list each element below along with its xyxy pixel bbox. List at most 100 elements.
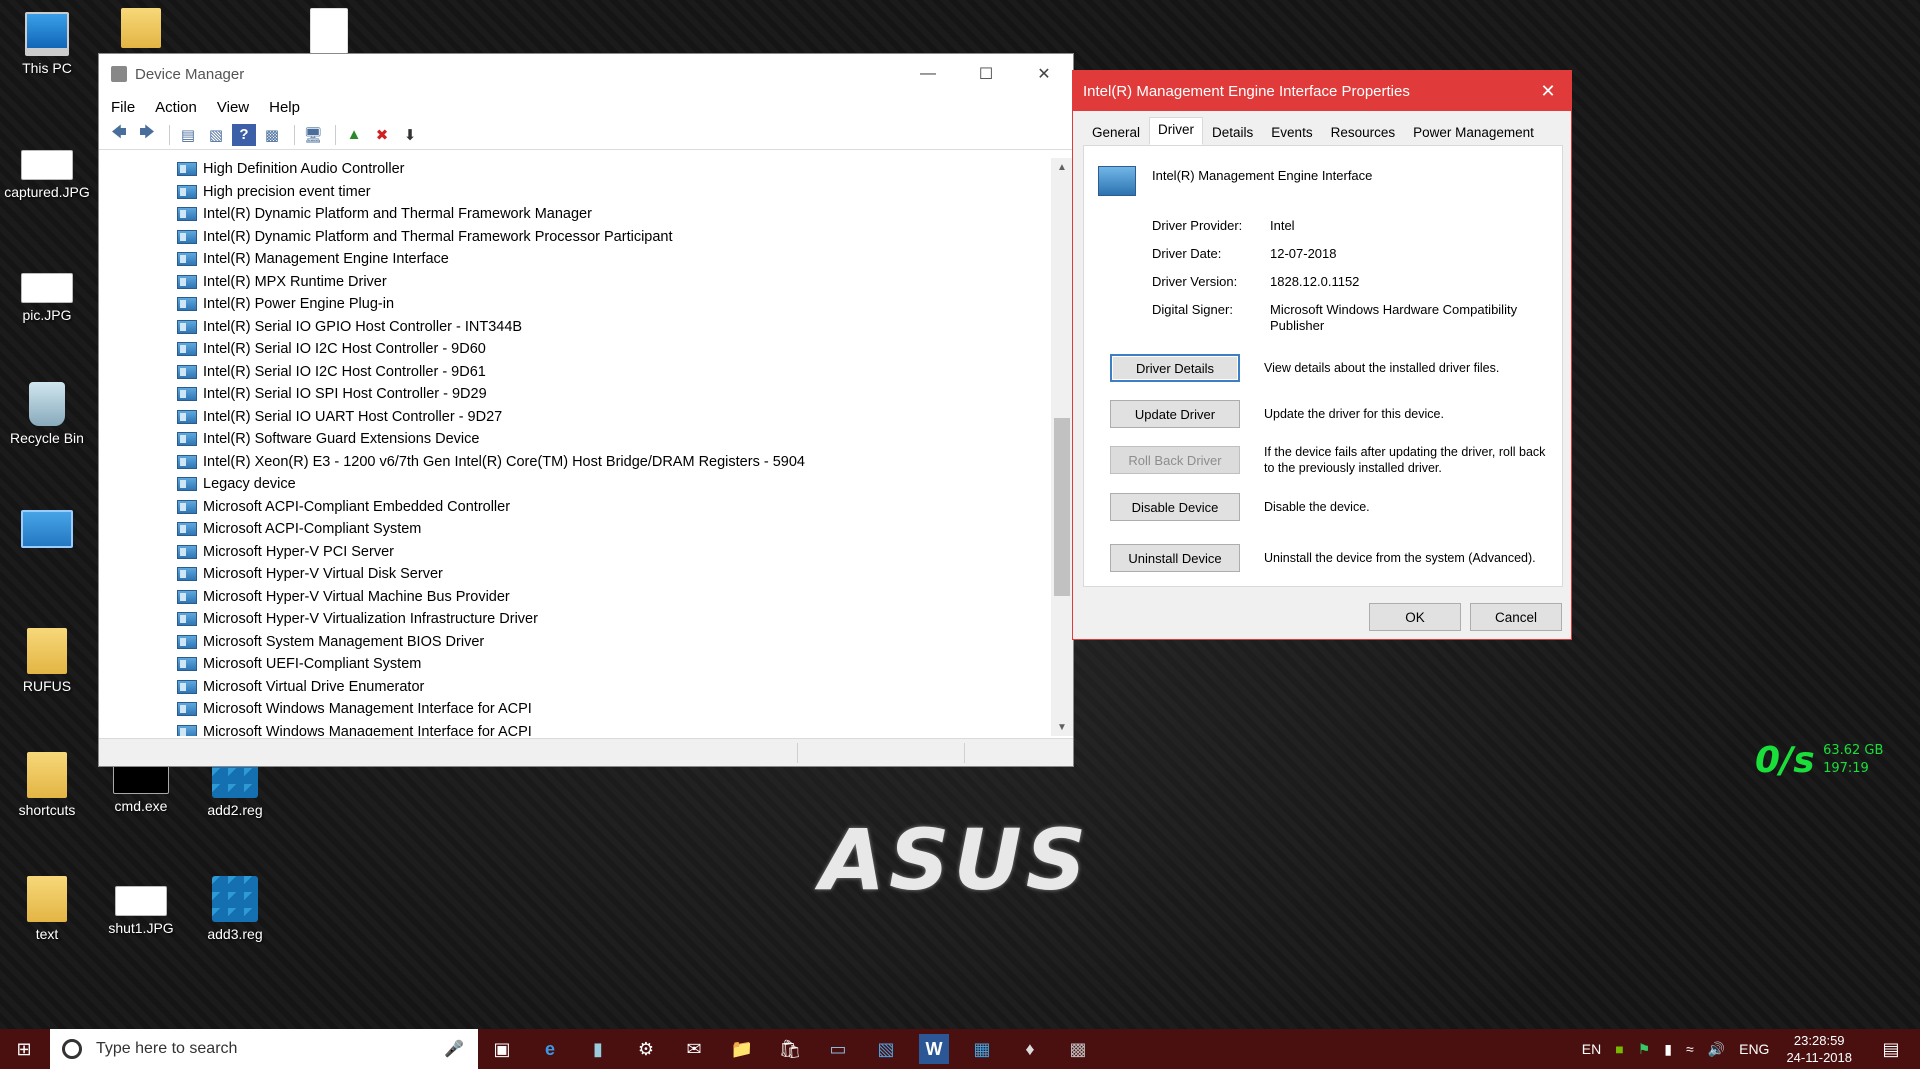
shield-icon[interactable]: ⚑ bbox=[1638, 1041, 1651, 1058]
taskbar-clock[interactable]: 23:28:59 24-11-2018 bbox=[1786, 1032, 1852, 1066]
back-arrow-icon[interactable]: 🡄 bbox=[107, 124, 131, 146]
uninstall-device-icon[interactable]: ✖ bbox=[370, 124, 394, 146]
word-icon[interactable]: W bbox=[919, 1034, 949, 1064]
device-tree-item[interactable]: Intel(R) Power Engine Plug-in bbox=[99, 293, 1051, 316]
outlook-icon[interactable]: ▧ bbox=[862, 1029, 910, 1069]
action-center-icon[interactable]: ▤ bbox=[1869, 1029, 1913, 1069]
properties-dialog[interactable]: Intel(R) Management Engine Interface Pro… bbox=[1072, 70, 1572, 640]
close-button[interactable]: ✕ bbox=[1015, 54, 1073, 94]
desktop-icon-text[interactable]: text bbox=[2, 876, 92, 942]
device-tree-item[interactable]: Microsoft Windows Management Interface f… bbox=[99, 698, 1051, 721]
ok-button[interactable]: OK bbox=[1369, 603, 1461, 631]
device-tree-item[interactable]: Microsoft Hyper-V PCI Server bbox=[99, 541, 1051, 564]
device-manager-taskbar-icon[interactable]: ▩ bbox=[1054, 1029, 1102, 1069]
vertical-scrollbar[interactable]: ▲ ▼ bbox=[1051, 158, 1073, 736]
desktop-icon-partial-doc[interactable] bbox=[284, 8, 374, 58]
roll-back-driver-button[interactable]: Roll Back Driver bbox=[1110, 446, 1240, 474]
device-tree-item[interactable]: Microsoft System Management BIOS Driver bbox=[99, 631, 1051, 654]
tab-driver[interactable]: Driver bbox=[1149, 117, 1204, 145]
desktop-icon-recycle-bin[interactable]: Recycle Bin bbox=[2, 382, 92, 446]
scrollbar-thumb[interactable] bbox=[1054, 418, 1070, 596]
driver-details-button[interactable]: Driver Details bbox=[1110, 354, 1240, 382]
device-manager-window[interactable]: Device Manager — ☐ ✕ File Action View He… bbox=[98, 53, 1074, 767]
device-tree-item[interactable]: Intel(R) Serial IO I2C Host Controller -… bbox=[99, 361, 1051, 384]
update-driver-icon[interactable]: ▲ bbox=[342, 124, 366, 146]
device-tree[interactable]: High Definition Audio Controller High pre… bbox=[99, 158, 1051, 736]
properties-icon[interactable]: ▧ bbox=[204, 124, 228, 146]
app-icon[interactable]: ▮ bbox=[574, 1029, 622, 1069]
microphone-icon[interactable]: 🎤 bbox=[444, 1039, 464, 1059]
device-tree-item[interactable]: High Definition Audio Controller bbox=[99, 158, 1051, 181]
settings-gear-icon[interactable]: ⚙ bbox=[622, 1029, 670, 1069]
app-icon[interactable]: ▭ bbox=[814, 1029, 862, 1069]
battery-icon[interactable]: ▮ bbox=[1664, 1041, 1672, 1058]
update-driver-button[interactable]: Update Driver bbox=[1110, 400, 1240, 428]
menu-action[interactable]: Action bbox=[155, 99, 197, 116]
desktop-icon-partial-folder[interactable] bbox=[96, 8, 186, 52]
device-tree-item[interactable]: Microsoft UEFI-Compliant System bbox=[99, 653, 1051, 676]
desktop-icon-captured[interactable]: captured.JPG bbox=[2, 140, 92, 200]
device-tree-item[interactable]: Intel(R) Serial IO SPI Host Controller -… bbox=[99, 383, 1051, 406]
desktop-icon-shortcuts[interactable]: shortcuts bbox=[2, 752, 92, 818]
device-tree-item[interactable]: Microsoft Windows Management Interface f… bbox=[99, 721, 1051, 736]
action-pane-icon[interactable]: ▩ bbox=[260, 124, 284, 146]
device-tree-item[interactable]: Intel(R) Serial IO UART Host Controller … bbox=[99, 406, 1051, 429]
store-icon[interactable]: 🛍 bbox=[766, 1029, 814, 1069]
language-indicator[interactable]: ENG bbox=[1739, 1041, 1769, 1057]
start-windows-icon[interactable]: ⊞ bbox=[0, 1029, 48, 1069]
cancel-button[interactable]: Cancel bbox=[1470, 603, 1562, 631]
device-tree-item[interactable]: Intel(R) Software Guard Extensions Devic… bbox=[99, 428, 1051, 451]
scan-hardware-icon[interactable]: 🖥 bbox=[301, 124, 325, 146]
tab-resources[interactable]: Resources bbox=[1322, 120, 1405, 145]
wifi-icon[interactable]: ≈ bbox=[1686, 1041, 1694, 1057]
maximize-button[interactable]: ☐ bbox=[957, 54, 1015, 94]
language-short[interactable]: EN bbox=[1582, 1041, 1601, 1057]
tab-power-management[interactable]: Power Management bbox=[1404, 120, 1543, 145]
dialog-close-button[interactable]: ✕ bbox=[1525, 81, 1571, 102]
scroll-down-icon[interactable]: ▼ bbox=[1051, 718, 1073, 736]
taskbar-search-box[interactable]: Type here to search 🎤 bbox=[50, 1029, 478, 1069]
task-view-icon[interactable]: ▣ bbox=[478, 1029, 526, 1069]
scroll-up-icon[interactable]: ▲ bbox=[1051, 158, 1073, 176]
device-tree-item[interactable]: Intel(R) Dynamic Platform and Thermal Fr… bbox=[99, 203, 1051, 226]
menu-file[interactable]: File bbox=[111, 99, 135, 116]
disable-device-icon[interactable]: ⬇ bbox=[398, 124, 422, 146]
desktop-icon-this-pc[interactable]: This PC bbox=[2, 12, 92, 76]
edge-browser-icon[interactable]: e bbox=[526, 1029, 574, 1069]
help-icon[interactable]: ? bbox=[232, 123, 256, 146]
tab-details[interactable]: Details bbox=[1203, 120, 1262, 145]
show-hide-console-tree-icon[interactable]: ▤ bbox=[176, 124, 200, 146]
device-tree-item[interactable]: Microsoft Hyper-V Virtualization Infrast… bbox=[99, 608, 1051, 631]
registry-editor-icon[interactable]: ▦ bbox=[958, 1029, 1006, 1069]
uninstall-device-button[interactable]: Uninstall Device bbox=[1110, 544, 1240, 572]
device-tree-item[interactable]: Intel(R) Dynamic Platform and Thermal Fr… bbox=[99, 226, 1051, 249]
device-tree-item[interactable]: Intel(R) Serial IO I2C Host Controller -… bbox=[99, 338, 1051, 361]
mail-icon[interactable]: ✉ bbox=[670, 1029, 718, 1069]
app-icon[interactable]: ♦ bbox=[1006, 1029, 1054, 1069]
device-tree-item[interactable]: Microsoft ACPI-Compliant System bbox=[99, 518, 1051, 541]
properties-titlebar[interactable]: Intel(R) Management Engine Interface Pro… bbox=[1073, 71, 1571, 111]
nvidia-icon[interactable]: ■ bbox=[1615, 1041, 1623, 1057]
device-tree-item[interactable]: High precision event timer bbox=[99, 181, 1051, 204]
volume-icon[interactable]: 🔊 bbox=[1708, 1041, 1725, 1058]
device-tree-item[interactable]: Intel(R) Xeon(R) E3 - 1200 v6/7th Gen In… bbox=[99, 451, 1051, 474]
minimize-button[interactable]: — bbox=[899, 54, 957, 94]
desktop-icon-rufus[interactable]: RUFUS bbox=[2, 628, 92, 694]
device-tree-item[interactable]: Microsoft ACPI-Compliant Embedded Contro… bbox=[99, 496, 1051, 519]
menu-help[interactable]: Help bbox=[269, 99, 300, 116]
device-tree-item[interactable]: Microsoft Hyper-V Virtual Machine Bus Pr… bbox=[99, 586, 1051, 609]
device-tree-item[interactable]: Intel(R) MPX Runtime Driver bbox=[99, 271, 1051, 294]
device-tree-item[interactable]: Intel(R) Serial IO GPIO Host Controller … bbox=[99, 316, 1051, 339]
desktop-icon-add3-reg[interactable]: add3.reg bbox=[190, 876, 280, 942]
desktop-icon-shut1[interactable]: shut1.JPG bbox=[96, 876, 186, 936]
file-explorer-icon[interactable]: 📁 bbox=[718, 1029, 766, 1069]
device-tree-item[interactable]: Microsoft Virtual Drive Enumerator bbox=[99, 676, 1051, 699]
forward-arrow-icon[interactable]: 🡆 bbox=[135, 124, 159, 146]
device-tree-item[interactable]: Legacy device bbox=[99, 473, 1051, 496]
disable-device-button[interactable]: Disable Device bbox=[1110, 493, 1240, 521]
device-manager-titlebar[interactable]: Device Manager — ☐ ✕ bbox=[99, 54, 1073, 94]
device-tree-item[interactable]: Microsoft Hyper-V Virtual Disk Server bbox=[99, 563, 1051, 586]
menu-view[interactable]: View bbox=[217, 99, 249, 116]
device-tree-item[interactable]: Intel(R) Management Engine Interface bbox=[99, 248, 1051, 271]
tab-general[interactable]: General bbox=[1083, 120, 1149, 145]
